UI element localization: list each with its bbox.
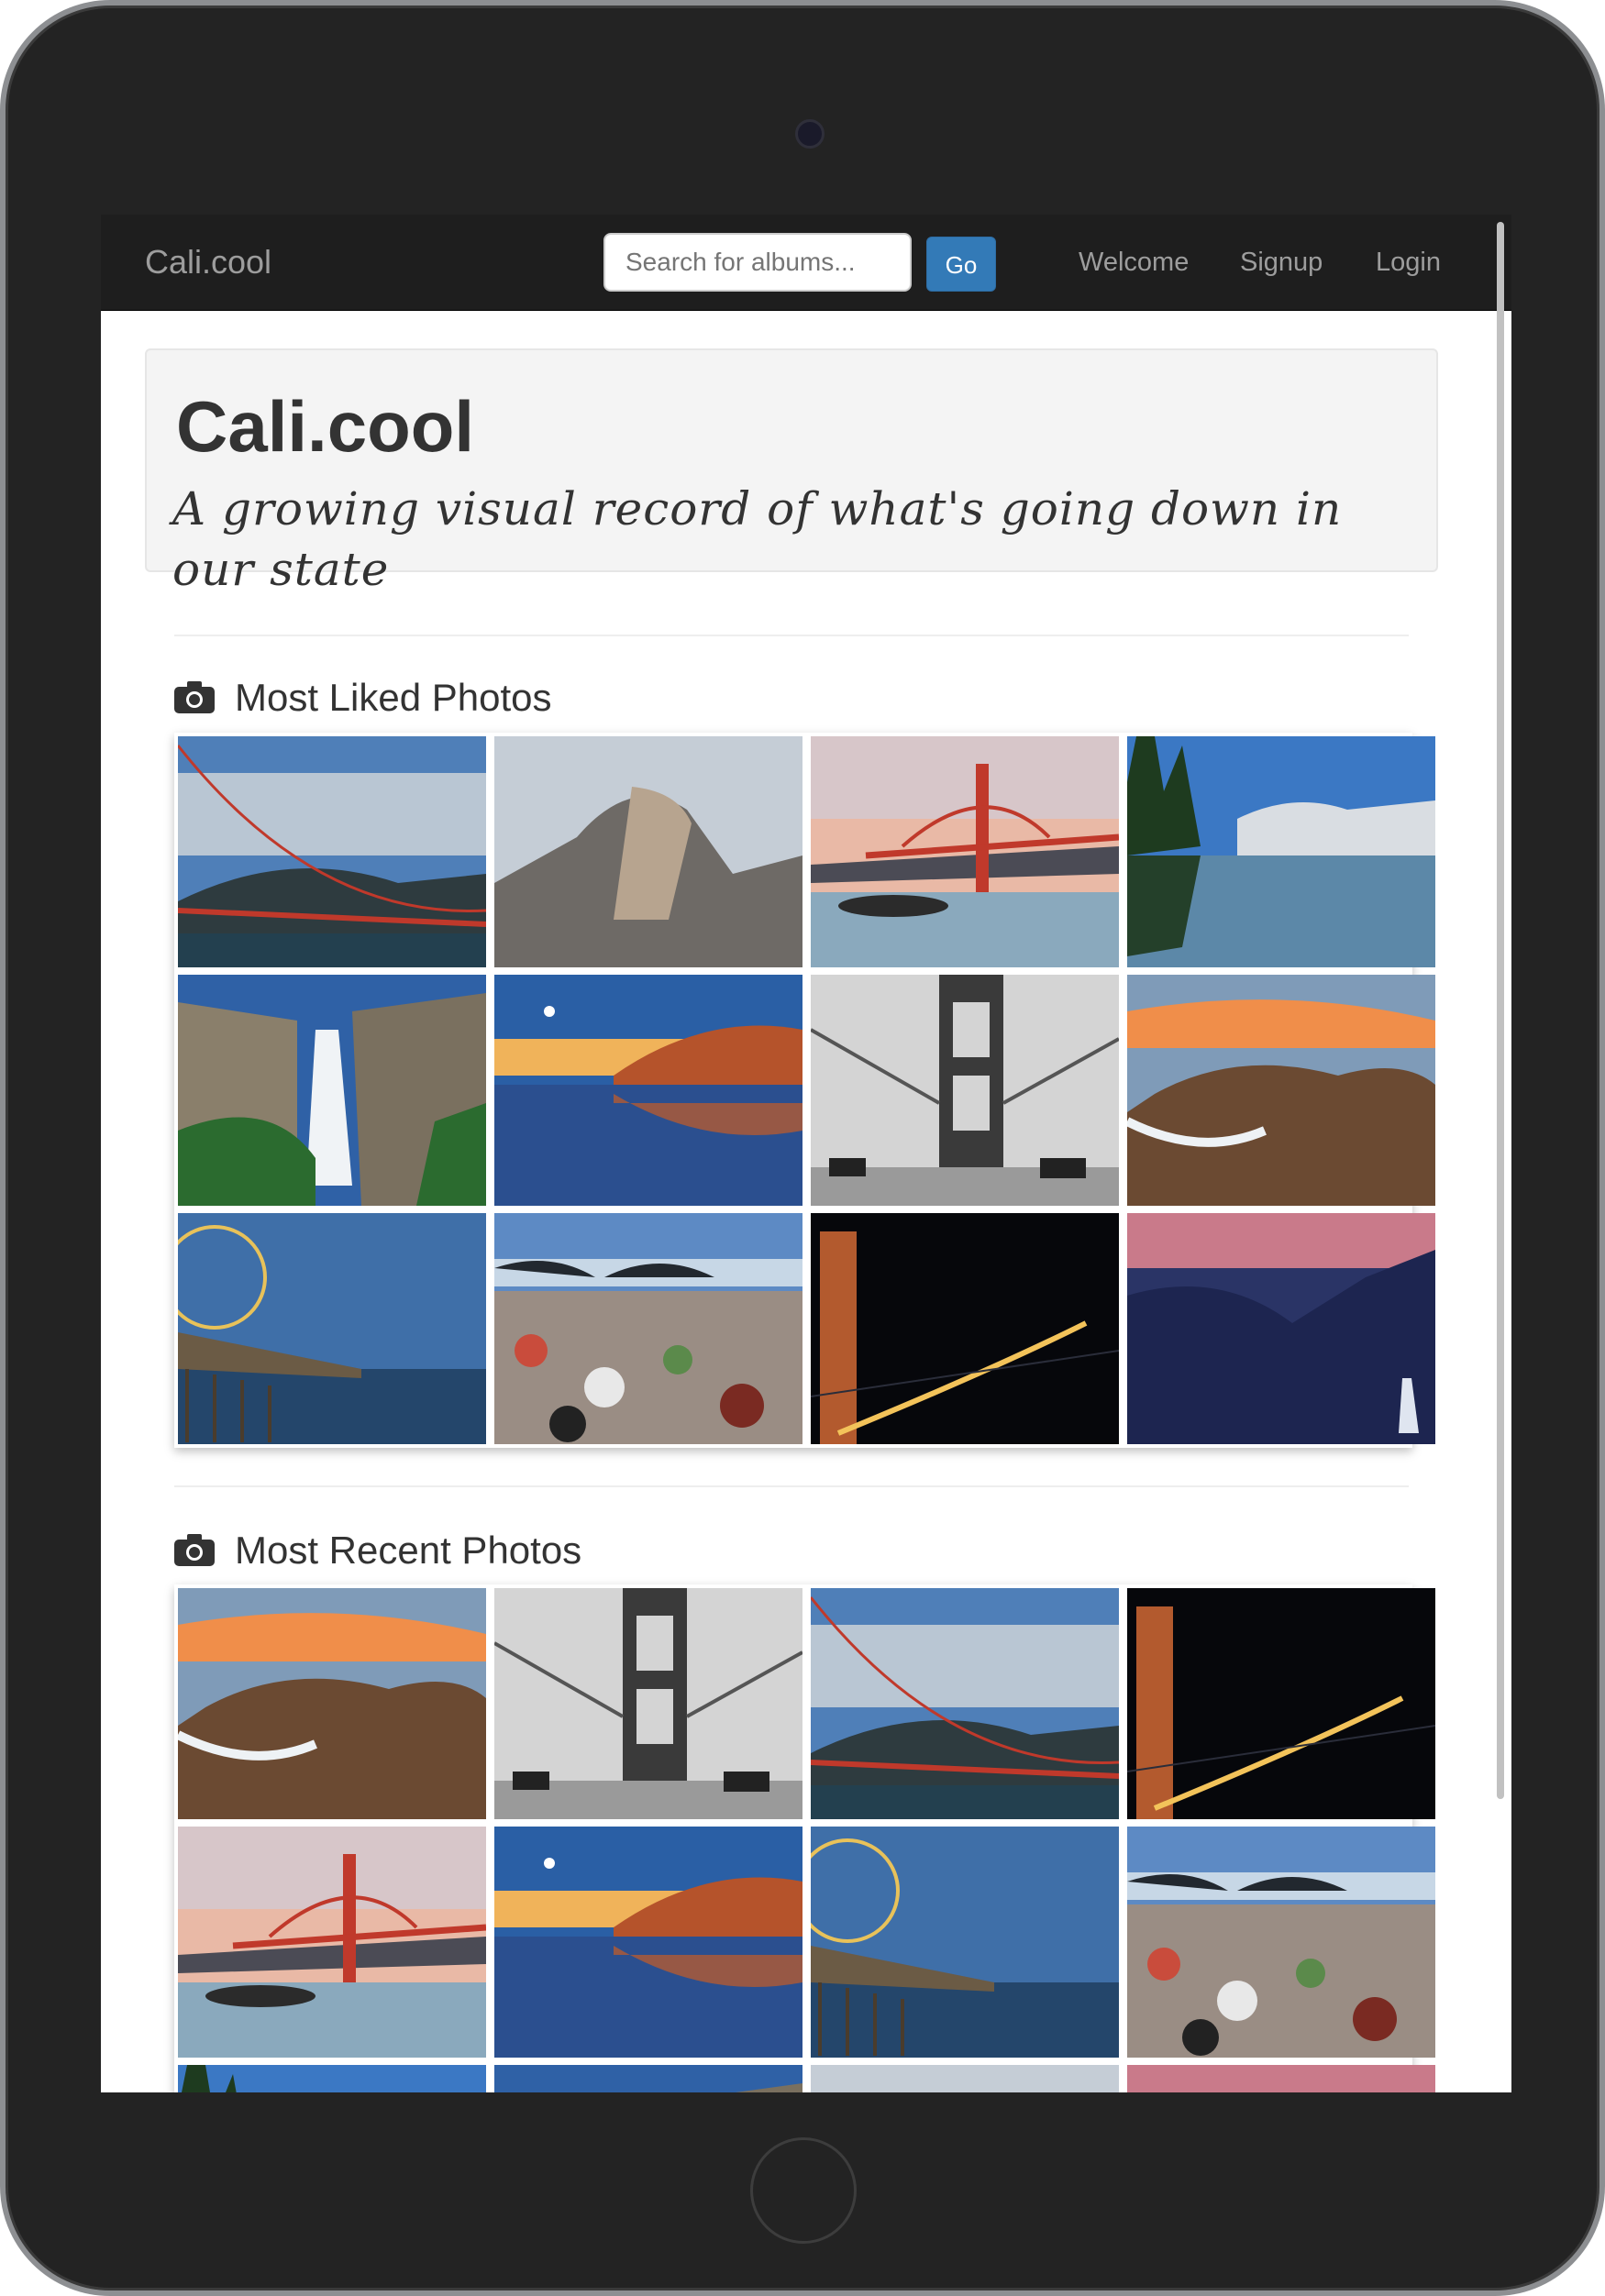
photo-thumbnail[interactable] — [494, 1213, 802, 1444]
photo-thumbnail[interactable] — [178, 1213, 486, 1444]
photo-thumbnail[interactable] — [811, 975, 1119, 1206]
photo-thumbnail[interactable] — [811, 1827, 1119, 2058]
nav-link-welcome[interactable]: Welcome — [1079, 246, 1189, 279]
section-title: Most Recent Photos — [235, 1529, 582, 1572]
photo-thumbnail[interactable] — [811, 1588, 1119, 1819]
browser-screen: Cali.cool Go Welcome Signup Login Cali.c… — [101, 215, 1511, 2092]
camera-icon — [174, 1534, 215, 1566]
photo-thumbnail[interactable] — [1127, 975, 1435, 1206]
page-scrollbar[interactable] — [1497, 222, 1504, 1799]
photo-thumbnail[interactable] — [1127, 2065, 1435, 2092]
camera-icon — [174, 681, 215, 713]
photo-thumbnail[interactable] — [1127, 1588, 1435, 1819]
most-liked-photo-grid — [174, 733, 1435, 1448]
page-subtitle: A growing visual record of what's going … — [172, 482, 1343, 596]
photo-thumbnail[interactable] — [494, 736, 802, 967]
photo-thumbnail[interactable] — [178, 1588, 486, 1819]
jumbotron: Cali.cool A growing visual record of wha… — [145, 348, 1438, 596]
search-input[interactable] — [603, 233, 912, 292]
navbar-brand[interactable]: Cali.cool — [145, 242, 271, 282]
photo-thumbnail[interactable] — [1127, 1213, 1435, 1444]
navbar: Cali.cool Go Welcome Signup Login — [101, 215, 1511, 311]
page-title: Cali.cool — [176, 386, 475, 467]
photo-thumbnail[interactable] — [811, 2065, 1119, 2092]
section-divider — [174, 1485, 1409, 1487]
photo-thumbnail[interactable] — [1127, 736, 1435, 967]
photo-thumbnail[interactable] — [494, 2065, 802, 2092]
photo-thumbnail[interactable] — [494, 1588, 802, 1819]
front-camera — [795, 119, 825, 149]
nav-link-login[interactable]: Login — [1376, 246, 1441, 279]
photo-thumbnail[interactable] — [811, 1213, 1119, 1444]
photo-thumbnail[interactable] — [811, 736, 1119, 967]
most-recent-photo-grid — [174, 1584, 1435, 2092]
section-title: Most Liked Photos — [235, 676, 552, 719]
photo-thumbnail[interactable] — [1127, 1827, 1435, 2058]
photo-thumbnail[interactable] — [178, 736, 486, 967]
photo-thumbnail[interactable] — [494, 975, 802, 1206]
section-divider — [174, 635, 1409, 636]
go-button[interactable]: Go — [926, 237, 996, 292]
photo-thumbnail[interactable] — [178, 1827, 486, 2058]
nav-link-signup[interactable]: Signup — [1240, 246, 1323, 279]
photo-thumbnail[interactable] — [494, 1827, 802, 2058]
photo-thumbnail[interactable] — [178, 975, 486, 1206]
photo-thumbnail[interactable] — [178, 2065, 486, 2092]
home-button[interactable] — [750, 2137, 857, 2244]
tablet-frame: Cali.cool Go Welcome Signup Login Cali.c… — [0, 0, 1605, 2296]
